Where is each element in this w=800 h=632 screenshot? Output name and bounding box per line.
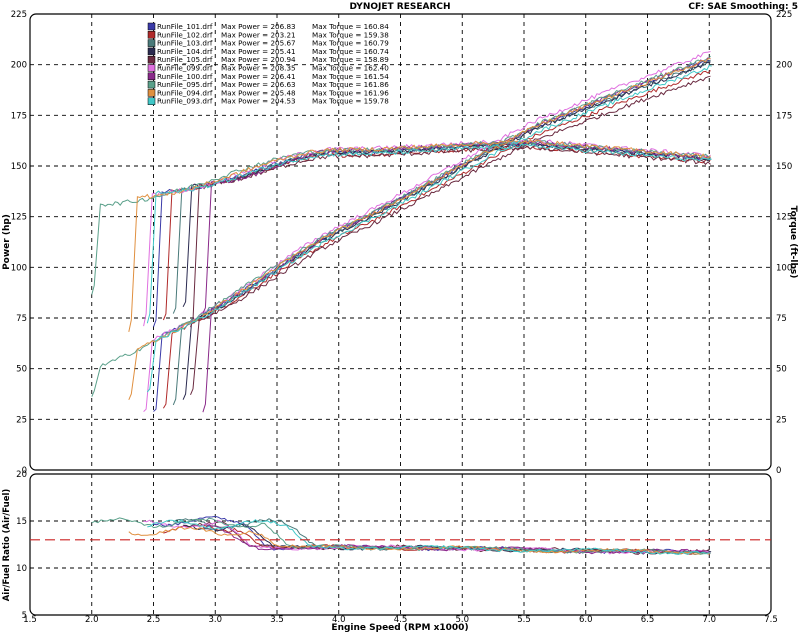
- torque-tick-label: 150: [776, 162, 792, 172]
- legend-swatch: [147, 97, 156, 105]
- power-tick-label: 50: [16, 365, 27, 375]
- legend-swatch: [147, 31, 156, 39]
- power-tick-label: 100: [11, 263, 27, 273]
- x-tick-label: 7.5: [764, 615, 778, 625]
- afr-tick-label: 15: [16, 517, 27, 527]
- power-axis-label: Power (hp): [2, 214, 12, 270]
- afr-tick-label: 10: [16, 564, 27, 574]
- legend-swatch: [147, 80, 156, 89]
- torque-axis-label: Torque (ft-lbs): [788, 206, 798, 279]
- x-tick-label: 5.5: [517, 615, 531, 625]
- torque-tick-label: 200: [776, 61, 792, 71]
- torque-tick-label: 225: [776, 10, 792, 20]
- power-torque-panel: 0255075100125150175200225 02550751001251…: [2, 10, 798, 476]
- x-tick-label: 6.0: [579, 615, 593, 625]
- legend-swatch: [147, 47, 156, 56]
- legend-swatch: [147, 89, 156, 97]
- power-tick-label: 225: [11, 10, 27, 20]
- dyno-chart: DYNOJET RESEARCH CF: SAE Smoothing: 5 02…: [2, 2, 798, 632]
- air-fuel-panel: 5101520 Air/Fuel Ratio (Air/Fuel): [2, 470, 772, 621]
- afr-axis-label: Air/Fuel Ratio (Air/Fuel): [2, 489, 12, 602]
- afr-tick-label: 20: [16, 470, 27, 480]
- legend-max-torque: Max Torque = 159.78: [312, 97, 389, 106]
- torque-tick-label: 50: [776, 365, 787, 375]
- legend-swatch: [147, 39, 156, 47]
- x-tick-label: 2.5: [147, 615, 161, 625]
- legend-swatch: [147, 55, 156, 64]
- power-axis-ticks: 0255075100125150175200225: [11, 10, 27, 476]
- legend-swatch: [147, 64, 156, 72]
- x-tick-label: 1.5: [23, 615, 37, 625]
- x-tick-label: 6.5: [641, 615, 655, 625]
- torque-tick-label: 175: [776, 111, 792, 121]
- x-tick-label: 3.5: [270, 615, 284, 625]
- chart-title: DYNOJET RESEARCH: [349, 2, 450, 12]
- power-tick-label: 75: [16, 314, 27, 324]
- power-tick-label: 200: [11, 61, 27, 71]
- power-tick-label: 125: [11, 213, 27, 223]
- legend: RunFile_101.drf Max Power = 206.83 Max Tor…: [147, 22, 389, 106]
- power-tick-label: 175: [11, 111, 27, 121]
- legend-run-name: RunFile_093.drf: [157, 97, 213, 106]
- torque-tick-label: 0: [776, 466, 781, 476]
- legend-max-power: Max Power = 204.53: [221, 97, 296, 106]
- power-tick-label: 25: [16, 415, 27, 425]
- afr-axis-ticks: 5101520: [16, 470, 27, 621]
- x-tick-label: 2.0: [85, 615, 99, 625]
- torque-tick-label: 25: [776, 415, 787, 425]
- legend-swatch: [147, 72, 156, 81]
- legend-swatch: [147, 22, 156, 31]
- x-axis-label: Engine Speed (RPM x1000): [331, 623, 468, 632]
- x-tick-label: 7.0: [702, 615, 716, 625]
- power-tick-label: 150: [11, 162, 27, 172]
- x-tick-label: 3.0: [208, 615, 222, 625]
- torque-tick-label: 75: [776, 314, 787, 324]
- air-fuel-frame: [29, 473, 772, 616]
